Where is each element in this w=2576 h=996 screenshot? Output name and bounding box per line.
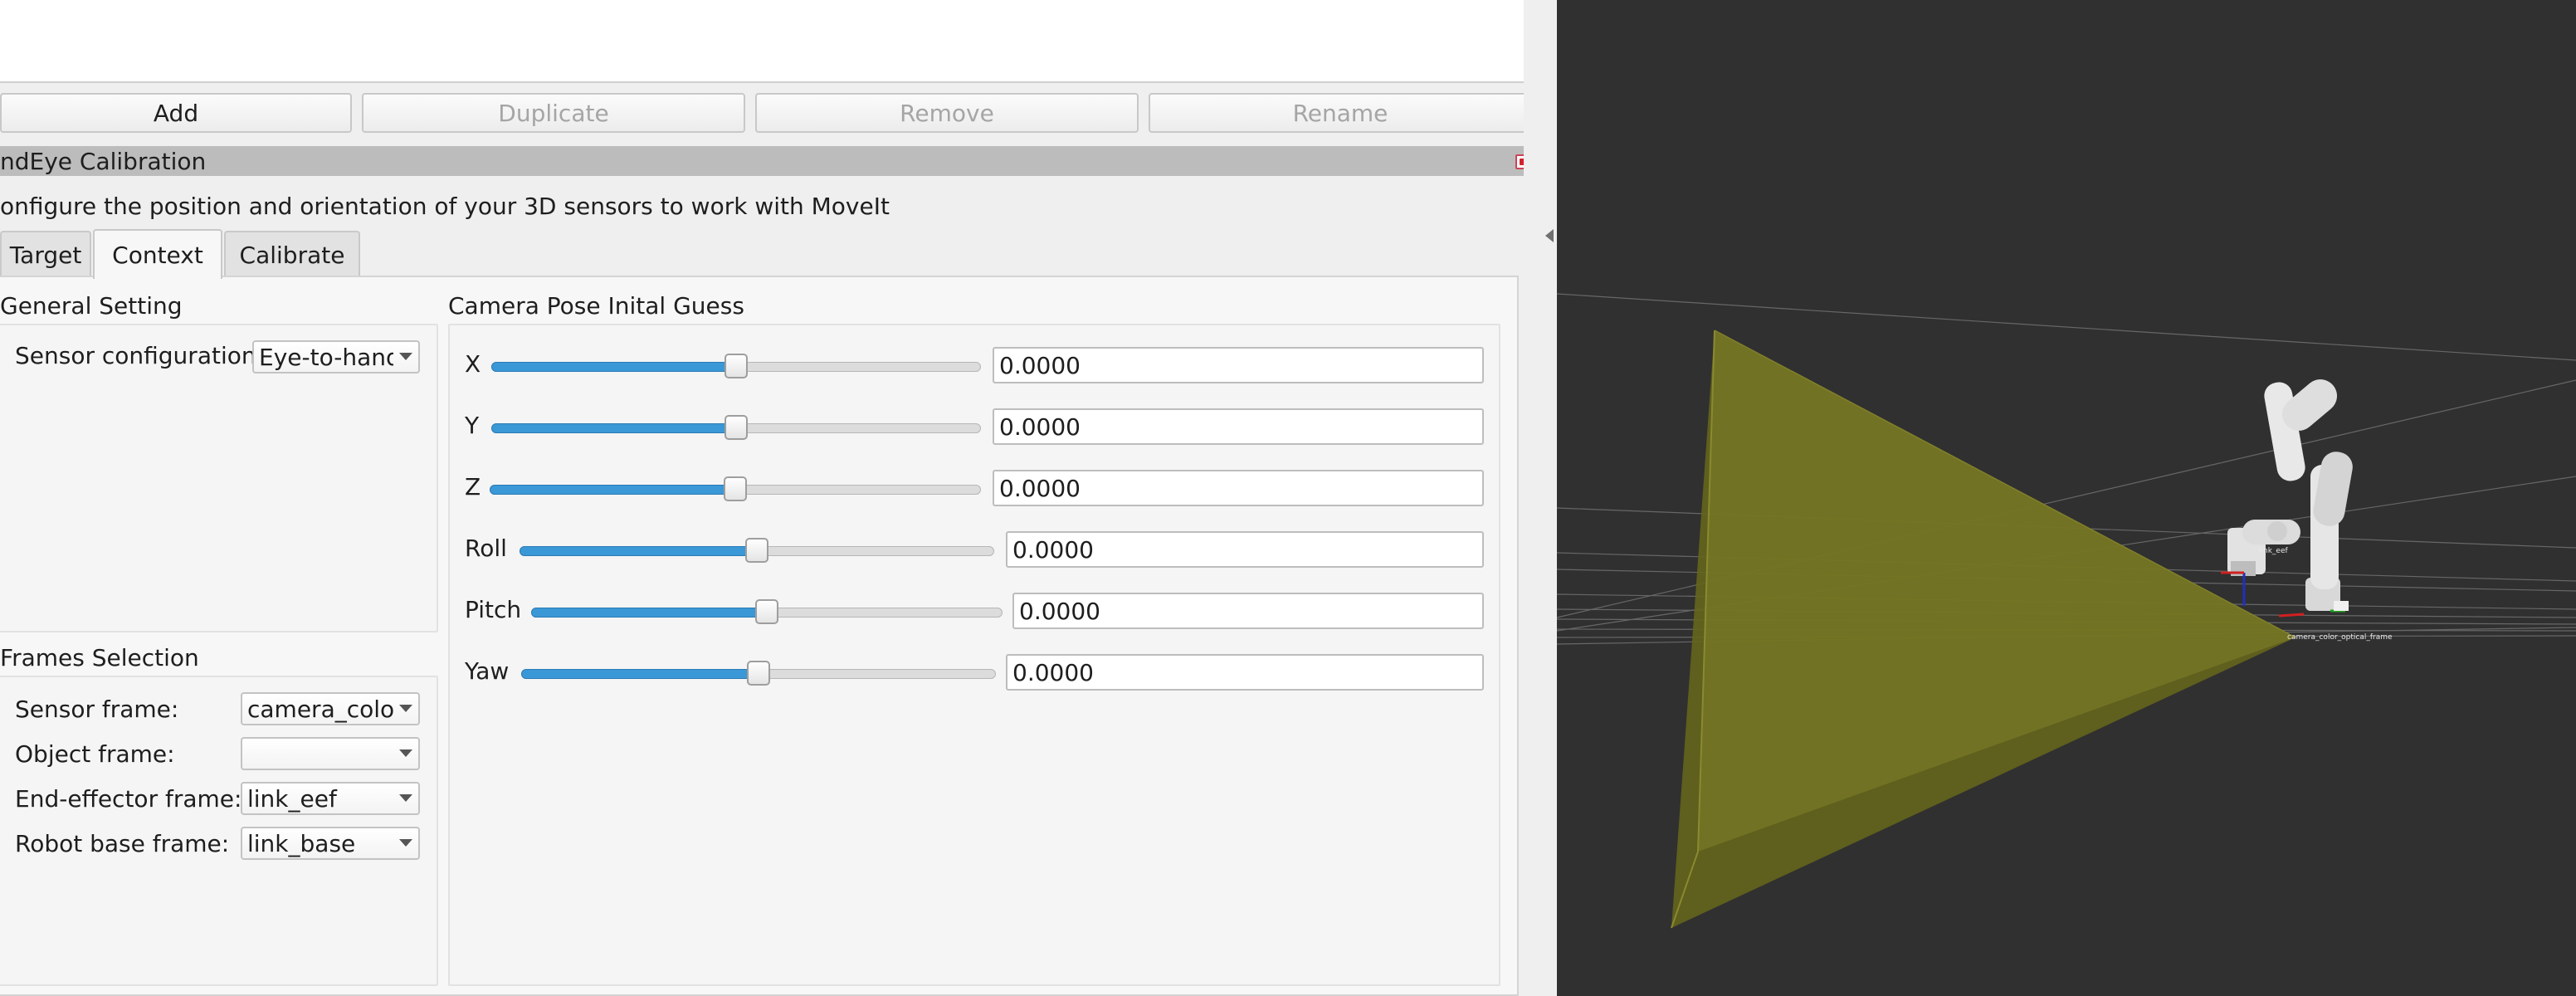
y-slider-fill [491, 423, 736, 433]
frames-selection-title: Frames Selection [0, 644, 199, 671]
z-label: Z [465, 473, 481, 500]
z-slider-handle[interactable] [724, 476, 747, 501]
object-frame-label: Object frame: [15, 740, 175, 768]
remove-button[interactable]: Remove [755, 93, 1139, 133]
pitch-value-field[interactable]: 0.0000 [1012, 593, 1484, 629]
duplicate-button[interactable]: Duplicate [362, 93, 745, 133]
add-button-label: Add [153, 99, 199, 127]
roll-slider-handle[interactable] [745, 538, 768, 563]
x-slider-fill [491, 362, 736, 372]
frame-label-link-eef: link_eef [2259, 547, 2288, 555]
roll-value-field[interactable]: 0.0000 [1006, 531, 1484, 568]
tab-calibrate[interactable]: Calibrate [224, 231, 360, 277]
collapse-arrow-icon[interactable] [1545, 229, 1554, 242]
robot-base-frame-value: link_base [247, 829, 356, 857]
robot-base-frame-select[interactable]: link_base [241, 827, 420, 860]
object-frame-select[interactable] [241, 737, 420, 770]
y-slider-handle[interactable] [724, 415, 748, 440]
remove-button-label: Remove [900, 99, 994, 127]
x-label: X [465, 350, 481, 378]
end-effector-frame-select[interactable]: link_eef [241, 782, 420, 815]
yaw-slider-handle[interactable] [747, 661, 770, 686]
y-value-field[interactable]: 0.0000 [993, 408, 1484, 445]
pitch-slider-handle[interactable] [755, 599, 778, 624]
sensor-configuration-select[interactable]: Eye-to-hand [252, 340, 420, 374]
tab-target-label: Target [9, 241, 82, 269]
3d-scene: link_eef camera_color_optical_frame [1557, 293, 2576, 929]
yaw-label: Yaw [465, 657, 510, 685]
robot-base-frame-label: Robot base frame: [15, 830, 230, 857]
duplicate-button-label: Duplicate [498, 99, 609, 127]
roll-slider-fill [520, 546, 757, 556]
panel-title-bar[interactable] [0, 146, 1534, 176]
sensor-frame-label: Sensor frame: [15, 696, 179, 723]
panel-description: onfigure the position and orientation of… [0, 193, 890, 220]
panel-splitter[interactable] [1524, 0, 1557, 996]
add-button[interactable]: Add [0, 93, 352, 133]
pitch-slider-fill [531, 608, 767, 618]
sensor-configuration-value: Eye-to-hand [259, 343, 393, 371]
sensor-frame-select[interactable]: camera_color [241, 692, 420, 725]
tab-target[interactable]: Target [0, 231, 91, 277]
rename-button[interactable]: Rename [1149, 93, 1532, 133]
camera-pose-title: Camera Pose Inital Guess [448, 292, 744, 320]
x-value-field[interactable]: 0.0000 [993, 347, 1484, 383]
rviz-panels: Add Duplicate Remove Rename ndEye Calibr… [0, 0, 1557, 996]
tab-context[interactable]: Context [93, 229, 222, 279]
yaw-value-field[interactable]: 0.0000 [1006, 654, 1484, 691]
end-effector-frame-label: End-effector frame: [15, 785, 242, 813]
pitch-label: Pitch [465, 596, 522, 623]
rename-button-label: Rename [1292, 99, 1388, 127]
displays-list[interactable] [0, 0, 1532, 83]
chevron-down-icon [393, 828, 418, 858]
general-setting-title: General Setting [0, 292, 183, 320]
x-slider-handle[interactable] [724, 354, 748, 378]
sensor-frame-value: camera_color [247, 695, 393, 723]
robot-arm [2221, 379, 2353, 618]
frame-label-camera: camera_color_optical_frame [2287, 633, 2393, 642]
chevron-down-icon [393, 784, 418, 813]
camera-frustum [1671, 330, 2296, 929]
chevron-down-icon [393, 739, 418, 769]
tab-calibrate-label: Calibrate [239, 241, 345, 269]
end-effector-frame-value: link_eef [247, 784, 337, 813]
tab-context-label: Context [112, 241, 203, 269]
z-value-field[interactable]: 0.0000 [993, 470, 1484, 506]
z-slider-fill [490, 485, 735, 495]
panel-title: ndEye Calibration [0, 148, 207, 175]
y-label: Y [465, 412, 480, 439]
chevron-down-icon [393, 694, 418, 724]
chevron-down-icon [393, 342, 418, 372]
3d-viewport[interactable]: link_eef camera_color_optical_frame [1557, 0, 2576, 996]
roll-label: Roll [465, 535, 507, 562]
yaw-slider-fill [521, 669, 759, 679]
sensor-configuration-label: Sensor configuration [15, 342, 256, 369]
